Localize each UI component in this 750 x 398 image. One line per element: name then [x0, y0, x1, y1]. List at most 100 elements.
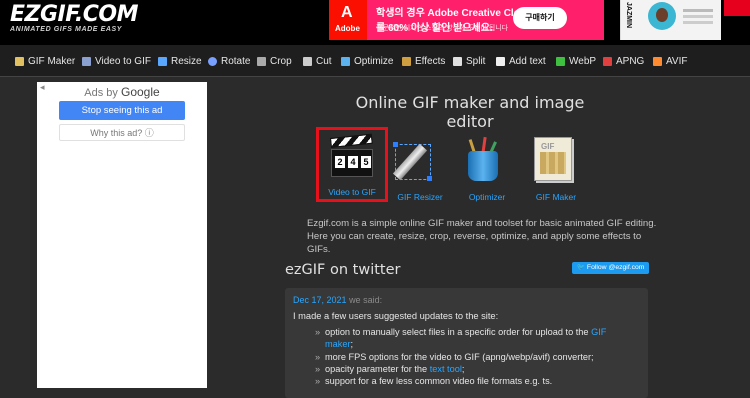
clapper-board: 2 4 5	[331, 149, 373, 177]
google-label: Google	[121, 85, 160, 99]
adobe-a-icon: A	[341, 4, 353, 21]
ads-by-google: Ads by Google	[37, 85, 207, 99]
tool-label: Optimizer	[468, 192, 506, 202]
tweet-card: Dec 17, 2021 we said: I made a few users…	[285, 288, 648, 398]
list-item: more FPS options for the video to GIF (a…	[315, 351, 635, 364]
tweet-intro: I made a few users suggested updates to …	[293, 311, 499, 321]
stop-seeing-ad-button[interactable]: Stop seeing this ad	[59, 101, 185, 120]
nav-label: Optimize	[354, 55, 394, 67]
gif-maker-icon	[15, 56, 24, 66]
crop-icon	[257, 56, 266, 66]
site-logo[interactable]: EZGIF.COM ANIMATED GIFS MADE EASY	[10, 3, 139, 34]
magazine-text-lines	[683, 9, 713, 12]
tweet-update-list: option to manually select files in a spe…	[315, 326, 635, 388]
nav-label: Resize	[171, 55, 202, 67]
tool-label: GIF Maker	[535, 192, 577, 202]
header: EZGIF.COM ANIMATED GIFS MADE EASY A Adob…	[0, 0, 750, 45]
adobe-brand: Adobe	[335, 24, 360, 33]
nav-webp[interactable]: WebP	[556, 54, 596, 68]
clapper-digit: 4	[348, 156, 358, 168]
nav-label: Cut	[316, 55, 332, 67]
nav-resize[interactable]: Resize	[158, 54, 202, 68]
resize-handle	[427, 176, 432, 181]
tweet-date-link[interactable]: Dec 17, 2021	[293, 295, 347, 305]
ad-buy-button[interactable]: 구매하기	[513, 7, 567, 29]
nav-label: Crop	[270, 55, 292, 67]
text-tool-link[interactable]: text tool	[430, 364, 462, 374]
nav-label: AVIF	[666, 55, 688, 67]
twitter-bird-icon: 🐦	[576, 264, 587, 271]
nav-avif[interactable]: AVIF	[653, 54, 687, 68]
webp-icon	[556, 56, 565, 66]
nav-label: Effects	[415, 55, 446, 67]
ad-corner-badge[interactable]	[724, 0, 750, 16]
clapper-digit: 5	[361, 156, 371, 168]
resize-icon	[158, 56, 167, 66]
nav-video-to-gif[interactable]: Video to GIF	[82, 54, 151, 68]
rotate-icon	[208, 56, 217, 66]
optimize-icon	[341, 56, 350, 66]
nav-split[interactable]: Split	[453, 54, 485, 68]
nav-optimize[interactable]: Optimize	[341, 54, 393, 68]
follow-label: Follow @ezgif.com	[586, 264, 645, 271]
tool-label: Video to GIF	[328, 187, 376, 197]
google-ad-panel: ◂ Ads by Google Stop seeing this ad Why …	[37, 82, 207, 388]
clapper-digit: 2	[335, 156, 345, 168]
adobe-ad-banner[interactable]: A Adobe 학생의 경우 Adobe Creative Cloud 를 60…	[329, 0, 604, 40]
add-text-icon	[496, 56, 505, 66]
nav-label: Video to GIF	[95, 55, 151, 67]
list-text: option to manually select files in a spe…	[325, 327, 592, 337]
logo-tagline: ANIMATED GIFS MADE EASY	[10, 26, 123, 33]
nav-add-text[interactable]: Add text	[496, 54, 546, 68]
nav-cut[interactable]: Cut	[303, 54, 332, 68]
tools-nav: GIF Maker Video to GIF Resize Rotate Cro…	[0, 45, 750, 77]
magazine-ad[interactable]: JAZMIN	[620, 0, 721, 40]
nav-label: WebP	[569, 55, 597, 67]
list-item: support for a few less common video file…	[315, 375, 635, 388]
list-item: opacity parameter for the text tool;	[315, 363, 635, 376]
twitter-follow-button[interactable]: 🐦 Follow @ezgif.com	[572, 262, 649, 274]
nav-label: Rotate	[221, 55, 251, 67]
video-clapper-icon: 2 4 5	[329, 133, 373, 178]
why-this-ad-button[interactable]: Why this ad? ⓘ	[59, 124, 185, 141]
resize-handle	[393, 142, 398, 147]
gif-tab-label: GIF	[541, 142, 555, 151]
tool-gif-resizer[interactable]: GIF Resizer	[391, 139, 449, 202]
video-icon	[82, 56, 91, 66]
tool-gif-maker[interactable]: GIF GIF Maker	[528, 137, 584, 202]
nav-label: Split	[466, 55, 486, 67]
avif-icon	[653, 56, 662, 66]
we-said-label: we said:	[349, 295, 383, 305]
tool-optimizer[interactable]: Optimizer	[458, 136, 516, 202]
ad-subtext: 전문적인 디자인 스킬의 향상에 도움이 됩니다	[376, 25, 509, 32]
tweet-meta: Dec 17, 2021 we said:	[293, 295, 382, 305]
nav-apng[interactable]: APNG	[603, 54, 644, 68]
gif-sheet-icon: GIF	[534, 137, 572, 181]
apng-icon	[603, 56, 612, 66]
cut-icon	[303, 56, 312, 66]
clapper-stick	[329, 133, 373, 148]
effects-icon	[402, 56, 411, 66]
tool-label: GIF Resizer	[397, 192, 443, 202]
ads-by-label: Ads by	[84, 87, 118, 99]
description-line: Here you can create, resize, crop, rever…	[307, 231, 642, 255]
nav-label: GIF Maker	[28, 55, 76, 67]
nav-crop[interactable]: Crop	[257, 54, 292, 68]
gif-frames-grid	[540, 152, 566, 174]
list-text: ;	[461, 363, 465, 374]
nav-label: APNG	[616, 55, 645, 67]
site-description: Ezgif.com is a simple online GIF maker a…	[307, 217, 662, 256]
list-text: ;	[350, 339, 354, 350]
nav-rotate[interactable]: Rotate	[208, 54, 250, 68]
list-item: option to manually select files in a spe…	[315, 326, 635, 351]
tool-video-to-gif[interactable]: 2 4 5 Video to GIF	[316, 127, 388, 202]
paint-cup-icon	[468, 151, 498, 181]
split-icon	[453, 56, 462, 66]
nav-effects[interactable]: Effects	[402, 54, 445, 68]
adobe-logo: A Adobe	[329, 0, 367, 40]
nav-gif-maker[interactable]: GIF Maker	[15, 54, 75, 68]
magazine-title: JAZMIN	[625, 2, 632, 29]
description-line: Ezgif.com is a simple online GIF maker a…	[307, 218, 657, 229]
portrait-face	[656, 8, 668, 22]
ad-headline-line1: 학생의 경우 Adobe Creative Cloud	[376, 8, 533, 19]
